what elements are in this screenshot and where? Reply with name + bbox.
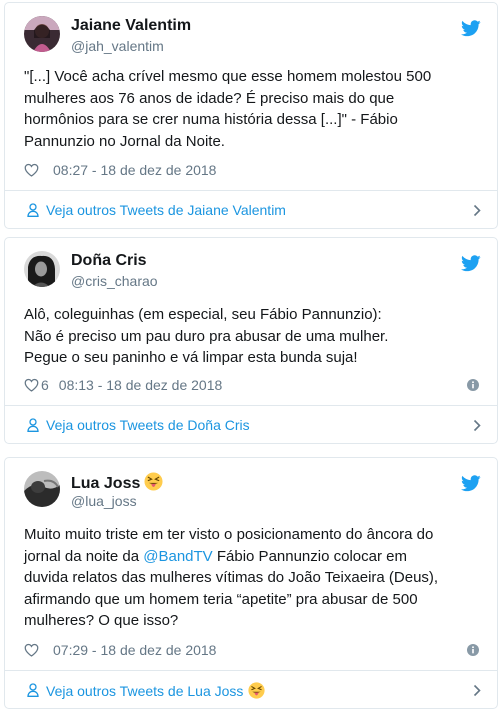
like-count: 6 (41, 377, 49, 393)
twitter-bird-icon[interactable] (461, 20, 481, 37)
tweet-header: Doña Cris @cris_charao (24, 251, 487, 291)
tweet-text-line: "[...] Você acha crível mesmo que esse h… (24, 68, 432, 85)
tweet-text: "[...] Você acha crível mesmo que esse h… (24, 66, 483, 152)
chevron-right-icon[interactable] (473, 419, 481, 432)
tweet-timestamp[interactable]: 08:13 - 18 de dez de 2018 (59, 377, 222, 393)
more-tweets-label-text: Veja outros Tweets de Lua Joss (46, 683, 244, 699)
display-name-text: Lua Joss (71, 475, 141, 492)
squinting-face-with-tongue-emoji (144, 472, 163, 491)
heart-icon[interactable] (24, 643, 39, 657)
tweet-timestamp[interactable]: 08:27 - 18 de dez de 2018 (53, 162, 216, 178)
tweet-meta: 6 08:13 - 18 de dez de 2018 (24, 377, 479, 395)
tweet-text-line: Pegue o seu paninho e vá limpar esta bun… (24, 349, 358, 367)
more-tweets-link[interactable]: Veja outros Tweets de Jaiane Valentim (24, 191, 481, 229)
tweet-card: Doña Cris @cris_charao Alô, coleguinhas … (4, 237, 498, 444)
tweet-text-segment: Fábio Pannunzio colocar em (212, 547, 407, 565)
tweet-text-line: jornal da noite da @BandTV Fábio Pannunz… (24, 546, 483, 568)
display-name[interactable]: Jaiane Valentim (71, 17, 191, 35)
user-handle[interactable]: @cris_charao (71, 273, 158, 289)
person-icon (27, 203, 39, 217)
tweet-text: Alô, coleguinhas (em especial, seu Fábio… (24, 304, 483, 369)
more-tweets-label[interactable]: Veja outros Tweets de Lua Joss (46, 682, 265, 699)
tweet-text: Muito muito triste em ter visto o posici… (24, 524, 483, 632)
display-name[interactable]: Doña Cris (71, 252, 147, 270)
more-tweets-label[interactable]: Veja outros Tweets de Doña Cris (46, 417, 250, 433)
chevron-right-icon[interactable] (473, 684, 481, 697)
avatar[interactable] (24, 16, 60, 52)
tweet-header: Jaiane Valentim @jah_valentim (24, 16, 487, 56)
info-icon[interactable] (467, 379, 479, 391)
tweet-text-line: duvida relatos das mulheres vítimas do J… (24, 569, 439, 587)
squinting-face-with-tongue-emoji (248, 682, 265, 699)
tweet-header: Lua Joss @lua_joss (24, 471, 487, 511)
info-icon[interactable] (467, 644, 479, 656)
tweet-card: Jaiane Valentim @jah_valentim "[...] Voc… (4, 2, 498, 229)
more-tweets-label[interactable]: Veja outros Tweets de Jaiane Valentim (46, 202, 286, 218)
avatar[interactable] (24, 251, 60, 287)
person-icon (27, 683, 39, 697)
tweet-card: Lua Joss @lua_joss Muito muito triste em… (4, 457, 498, 709)
chevron-right-icon[interactable] (473, 204, 481, 217)
display-name[interactable]: Lua Joss (71, 472, 163, 493)
mention-link[interactable]: @BandTV (143, 548, 212, 565)
more-tweets-link[interactable]: Veja outros Tweets de Doña Cris (24, 406, 481, 444)
twitter-bird-icon[interactable] (461, 255, 481, 272)
tweet-text-line: Pannunzio no Jornal da Noite. (24, 132, 225, 150)
tweet-text-line: Não é preciso um pau duro pra abusar de … (24, 327, 389, 345)
tweet-text-line: Alô, coleguinhas (em especial, seu Fábio… (24, 306, 382, 323)
user-handle[interactable]: @lua_joss (71, 493, 137, 509)
avatar[interactable] (24, 471, 60, 507)
tweet-text-line: mulheres aos 76 anos de idade? É preciso… (24, 89, 395, 107)
tweet-text-line: mulheres? O que isso? (24, 612, 179, 630)
heart-icon[interactable] (24, 163, 39, 177)
tweet-meta: 07:29 - 18 de dez de 2018 (24, 642, 479, 660)
twitter-bird-icon[interactable] (461, 475, 481, 492)
heart-icon[interactable] (24, 378, 39, 392)
more-tweets-link[interactable]: Veja outros Tweets de Lua Joss (24, 671, 481, 709)
tweet-text-line: Muito muito triste em ter visto o posici… (24, 526, 434, 543)
person-icon (27, 418, 39, 432)
tweet-meta: 08:27 - 18 de dez de 2018 (24, 162, 479, 180)
tweet-text-segment: jornal da noite da (24, 547, 144, 565)
tweet-timestamp[interactable]: 07:29 - 18 de dez de 2018 (53, 642, 216, 658)
tweet-text-line: hormônios para se crer numa história des… (24, 111, 398, 129)
user-handle[interactable]: @jah_valentim (71, 38, 164, 54)
tweet-text-line: afirmando que um homem teria “apetite” p… (24, 590, 418, 608)
